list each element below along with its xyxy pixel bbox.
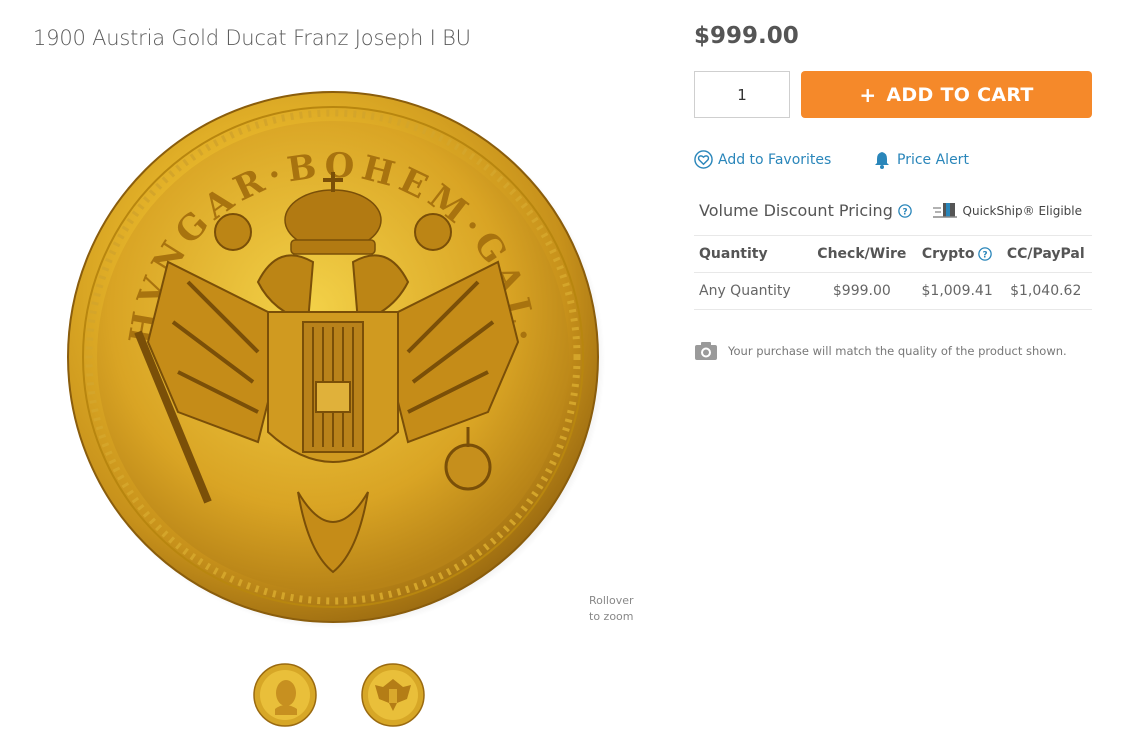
volume-pricing-table: Quantity Check/Wire Crypto ? CC/PayPal A…: [694, 235, 1092, 310]
coin-reverse-icon: [361, 663, 425, 727]
product-main-image[interactable]: HVNGAR·BOHEM·GAL·LOD·ILL·REX·A·A·1900: [40, 51, 608, 632]
volume-pricing-title: Volume Discount Pricing ?: [699, 201, 912, 220]
add-to-cart-label: ADD TO CART: [886, 83, 1034, 106]
column-header-quantity: Quantity: [694, 235, 809, 273]
svg-text:?: ?: [902, 207, 907, 217]
coin-obverse-icon: [253, 663, 317, 727]
add-to-favorites-link[interactable]: Add to Favorites: [694, 150, 831, 169]
shipping-box-icon: [932, 202, 957, 218]
product-price: $999.00: [694, 23, 799, 49]
coin-reverse-image: HVNGAR·BOHEM·GAL·LOD·ILL·REX·A·A·1900: [40, 51, 605, 629]
product-title: 1900 Austria Gold Ducat Franz Joseph I B…: [33, 26, 471, 50]
quickship-badge: QuickShip® Eligible: [932, 202, 1082, 220]
camera-icon: [695, 342, 717, 360]
thumbnail-obverse[interactable]: [253, 663, 317, 727]
volume-pricing-header: Volume Discount Pricing ? QuickShip® Eli…: [699, 201, 1092, 220]
zoom-hint: Rollover to zoom: [589, 594, 634, 623]
quantity-input[interactable]: [694, 71, 790, 118]
heart-icon: [694, 150, 713, 169]
cell-cc-paypal-price: $1,040.62: [999, 272, 1092, 310]
quality-notice: Your purchase will match the quality of …: [694, 341, 1067, 361]
price-alert-label: Price Alert: [897, 152, 969, 168]
table-row: Any Quantity $999.00 $1,009.41 $1,040.62: [694, 272, 1092, 310]
column-header-crypto: Crypto ?: [914, 235, 1000, 273]
cell-check-wire-price: $999.00: [808, 272, 915, 310]
column-header-cc-paypal: CC/PayPal: [999, 235, 1092, 273]
plus-icon: +: [859, 82, 877, 107]
column-header-check-wire: Check/Wire: [808, 235, 915, 273]
add-to-cart-button[interactable]: + ADD TO CART: [801, 71, 1092, 118]
add-to-favorites-label: Add to Favorites: [718, 151, 832, 168]
svg-text:?: ?: [983, 251, 988, 261]
help-icon[interactable]: ?: [978, 247, 993, 261]
price-alert-link[interactable]: Price Alert: [872, 150, 969, 170]
cell-quantity: Any Quantity: [694, 272, 809, 310]
cell-crypto-price: $1,009.41: [914, 272, 1000, 310]
help-icon[interactable]: ?: [898, 203, 912, 218]
table-header-row: Quantity Check/Wire Crypto ? CC/PayPal: [694, 235, 1092, 273]
thumbnail-reverse[interactable]: [361, 663, 425, 727]
bell-icon: [875, 152, 889, 169]
